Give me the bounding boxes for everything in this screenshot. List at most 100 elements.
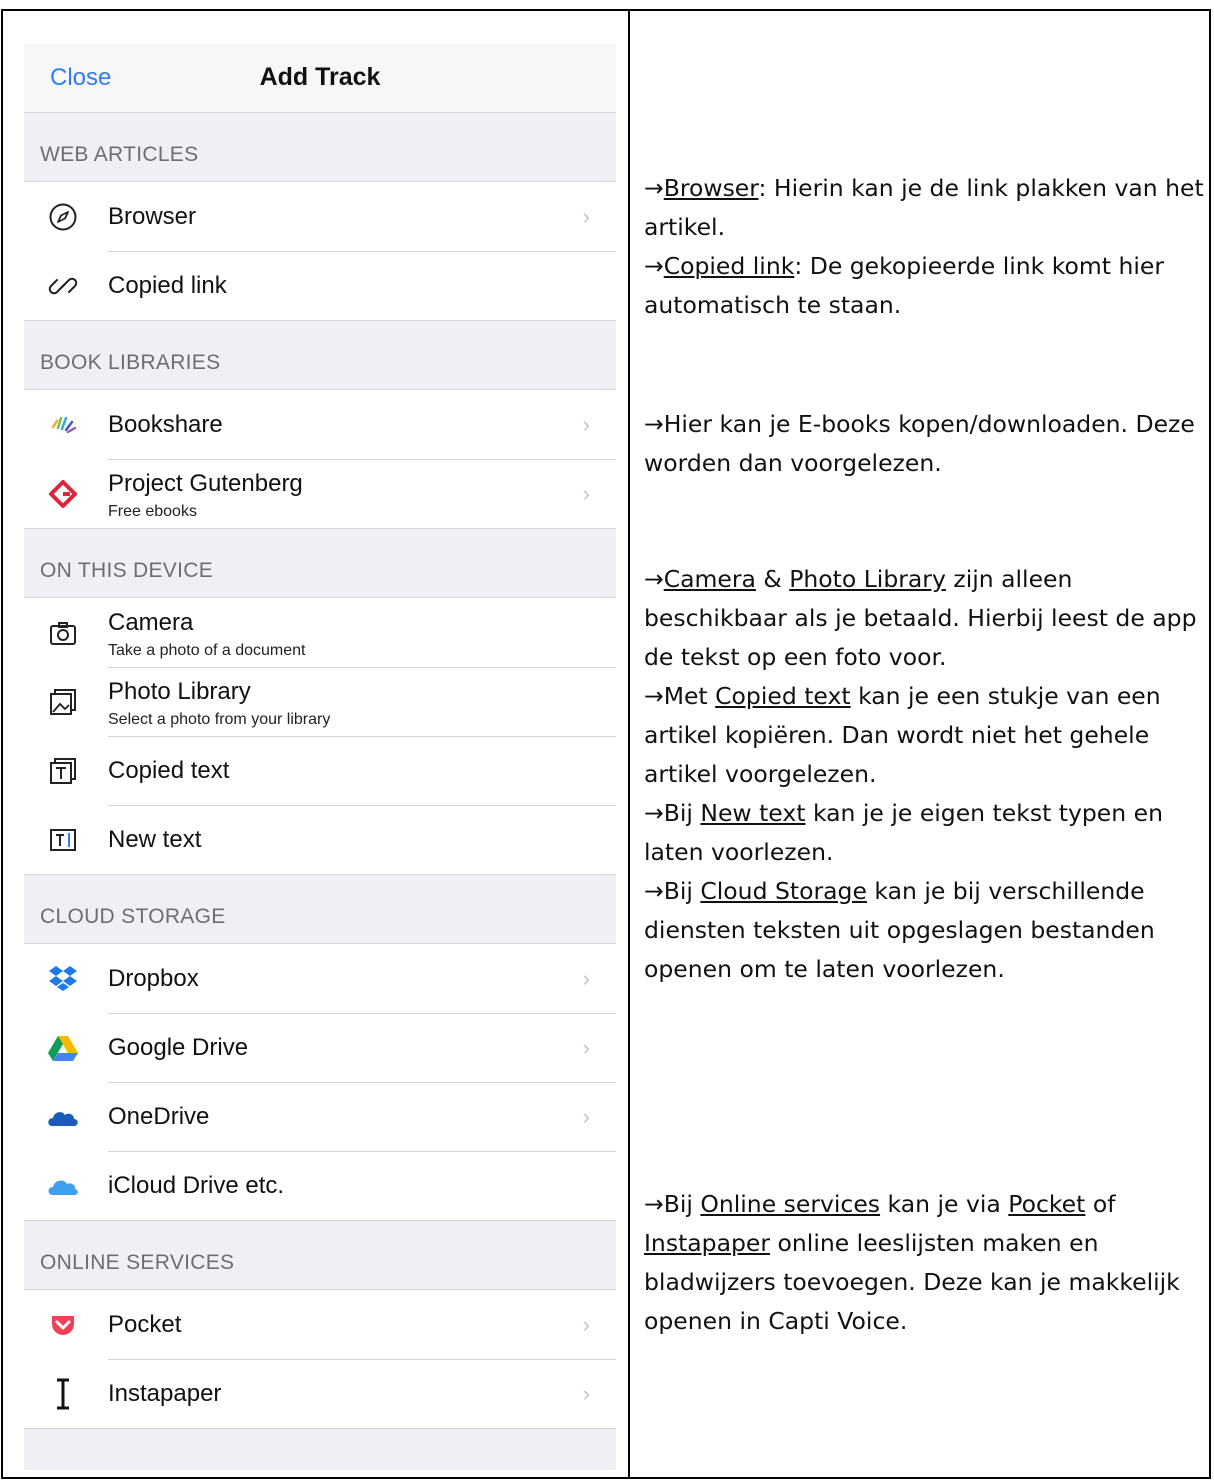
list-item-copied-link[interactable]: Copied link [24, 251, 616, 320]
navigation-bar: Close Add Track [24, 44, 616, 113]
arrow-icon: → [644, 252, 664, 280]
arrow-icon: → [644, 799, 664, 827]
section-header-cloud-storage: CLOUD STORAGE [40, 905, 226, 928]
note-cloud-storage: →Bij Cloud Storage kan je bij verschille… [644, 872, 1204, 989]
list-item-icloud-drive[interactable]: iCloud Drive etc. [24, 1151, 616, 1220]
page-title: Add Track [24, 63, 616, 92]
compass-icon [46, 200, 80, 234]
note-link: Camera [663, 565, 756, 593]
note-copied-link: →Copied link: De gekopieerde link komt h… [644, 247, 1204, 325]
group-on-this-device: Camera Take a photo of a document Photo … [24, 597, 616, 875]
arrow-icon: → [644, 174, 664, 202]
section-header-web-articles: WEB ARTICLES [40, 143, 199, 166]
note-link: Pocket [1008, 1190, 1086, 1218]
link-icon [46, 269, 80, 303]
list-item-new-text[interactable]: New text [24, 805, 616, 874]
list-item-onedrive[interactable]: OneDrive › [24, 1082, 616, 1151]
list-item-copied-text[interactable]: Copied text [24, 736, 616, 805]
list-item-label: Google Drive [108, 1034, 249, 1061]
group-book-libraries: Bookshare › Project Gutenberg Free ebook… [24, 389, 616, 529]
page-title-text: Add Track [259, 63, 381, 91]
list-item-label: Browser [108, 203, 197, 230]
list-item-instapaper[interactable]: Instapaper › [24, 1359, 616, 1428]
list-item-label: Pocket [108, 1311, 182, 1338]
note-text: & [755, 565, 790, 593]
camera-icon [46, 616, 80, 650]
arrow-icon: → [644, 565, 664, 593]
note-text: Bij [663, 1190, 701, 1218]
new-text-icon [46, 823, 80, 857]
note-text: Bij [663, 799, 701, 827]
list-item-dropbox[interactable]: Dropbox › [24, 944, 616, 1013]
list-item-sublabel: Select a photo from your library [108, 711, 331, 728]
chevron-right-icon: › [582, 1312, 590, 1337]
add-track-screen: Close Add Track WEB ARTICLES Browser › C… [24, 44, 616, 1470]
list-item-sublabel: Free ebooks [108, 503, 197, 520]
list-item-photo-library[interactable]: Photo Library Select a photo from your l… [24, 667, 616, 736]
list-item-camera[interactable]: Camera Take a photo of a document [24, 598, 616, 667]
note-text: Hier kan je E-books kopen/downloaden. De… [644, 410, 1195, 477]
chevron-right-icon: › [582, 1381, 590, 1406]
group-web-articles: Browser › Copied link [24, 181, 616, 321]
group-online-services: Pocket › Instapaper › [24, 1289, 616, 1429]
list-item-bookshare[interactable]: Bookshare › [24, 390, 616, 459]
arrow-icon: → [644, 410, 664, 438]
list-item-pocket[interactable]: Pocket › [24, 1290, 616, 1359]
note-link: New text [700, 799, 806, 827]
bookshare-icon [46, 408, 80, 442]
list-item-project-gutenberg[interactable]: Project Gutenberg Free ebooks › [24, 459, 616, 528]
section-header-online-services: ONLINE SERVICES [40, 1251, 235, 1274]
section-header-book-libraries: BOOK LIBRARIES [40, 351, 221, 374]
note-online-services: →Bij Online services kan je via Pocket o… [644, 1185, 1204, 1341]
note-link: Photo Library [789, 565, 946, 593]
chevron-right-icon: › [582, 1035, 590, 1060]
list-item-label: Copied link [108, 272, 227, 299]
list-item-label: Bookshare [108, 411, 223, 438]
arrow-icon: → [644, 1190, 664, 1218]
list-item-label: Copied text [108, 757, 230, 784]
note-link: Online services [700, 1190, 881, 1218]
list-item-google-drive[interactable]: Google Drive › [24, 1013, 616, 1082]
chevron-right-icon: › [582, 481, 590, 506]
chevron-right-icon: › [582, 1104, 590, 1129]
note-text: Bij [663, 877, 701, 905]
chevron-right-icon: › [582, 204, 590, 229]
list-item-label: Instapaper [108, 1380, 222, 1407]
list-item-label: Project Gutenberg [108, 470, 303, 497]
list-item-label: Camera [108, 609, 194, 636]
list-item-sublabel: Take a photo of a document [108, 642, 306, 659]
onedrive-icon [46, 1100, 80, 1134]
note-camera: →Camera & Photo Library zijn alleen besc… [644, 560, 1204, 677]
list-item-label: Photo Library [108, 678, 251, 705]
dropbox-icon [46, 962, 80, 996]
pocket-icon [46, 1308, 80, 1342]
note-text: of [1085, 1190, 1116, 1218]
copied-text-icon [46, 754, 80, 788]
chevron-right-icon: › [582, 412, 590, 437]
note-new-text: →Bij New text kan je je eigen tekst type… [644, 794, 1204, 872]
chevron-right-icon: › [582, 966, 590, 991]
google-drive-icon [46, 1031, 80, 1065]
icloud-icon [46, 1169, 80, 1203]
list-item-label: New text [108, 826, 202, 853]
instapaper-icon [46, 1377, 80, 1411]
arrow-icon: → [644, 877, 664, 905]
section-header-on-this-device: ON THIS DEVICE [40, 559, 214, 582]
arrow-icon: → [644, 682, 664, 710]
gutenberg-icon [46, 477, 80, 511]
list-item-label: OneDrive [108, 1103, 210, 1130]
note-text: Met [663, 682, 716, 710]
list-item-label: iCloud Drive etc. [108, 1172, 285, 1199]
list-item-browser[interactable]: Browser › [24, 182, 616, 251]
note-copied-text: →Met Copied text kan je een stukje van e… [644, 677, 1204, 794]
note-text: kan je via [880, 1190, 1009, 1218]
note-link: Instapaper [644, 1229, 771, 1257]
note-link: Cloud Storage [700, 877, 867, 905]
list-item-label: Dropbox [108, 965, 199, 992]
note-book-libraries: →Hier kan je E-books kopen/downloaden. D… [644, 405, 1204, 483]
note-link: Copied link [663, 252, 795, 280]
photo-library-icon [46, 685, 80, 719]
note-browser: →Browser: Hierin kan je de link plakken … [644, 169, 1204, 247]
note-link: Copied text [715, 682, 851, 710]
column-divider [628, 9, 630, 1479]
